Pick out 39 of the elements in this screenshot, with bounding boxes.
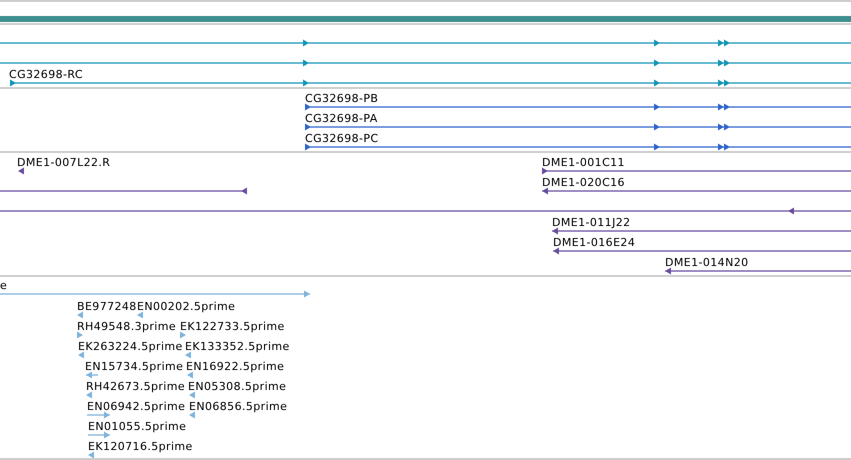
feature-label: EN06856.5prime [189, 400, 288, 413]
feature-label: EN01055.5prime [88, 420, 186, 433]
feature-label: DME1-014N20 [665, 256, 749, 269]
feature-glyph[interactable] [305, 144, 851, 150]
feature-glyph[interactable] [18, 168, 24, 174]
feature-label: e [0, 279, 8, 292]
feature-label: DME1-020C16 [542, 176, 625, 189]
feature-glyph[interactable] [542, 168, 851, 174]
feature-glyph[interactable] [542, 188, 851, 194]
feature-label: EN06942.5prime [87, 400, 186, 413]
feature-label: EN15734.5prime [85, 360, 184, 373]
feature-label: EK133352.5prime [185, 340, 290, 353]
feature-label: RH49548.3prime [77, 320, 176, 333]
feature-label: CG32698-PB [305, 92, 378, 105]
feature-glyph[interactable] [305, 104, 851, 110]
feature-label: EN16922.5prime [186, 360, 284, 373]
feature-label: BE977248 [77, 300, 137, 313]
feature-glyph[interactable] [10, 80, 851, 86]
feature-glyph[interactable] [305, 124, 851, 130]
feature-label: EK263224.5prime [78, 340, 183, 353]
feature-glyph[interactable] [0, 208, 851, 214]
feature-label: RH42673.5prime [86, 380, 186, 393]
feature-label: EK122733.5prime [180, 320, 285, 333]
feature-glyph[interactable] [0, 60, 851, 66]
feature-label: CG32698-PA [305, 112, 378, 125]
feature-glyph[interactable] [553, 248, 851, 254]
feature-label: CG32698-RC [9, 68, 83, 81]
feature-label: DME1-016E24 [553, 236, 636, 249]
feature-label: CG32698-PC [305, 132, 378, 145]
feature-glyph[interactable] [0, 188, 247, 194]
feature-label: DME1-001C11 [542, 156, 625, 169]
feature-glyph[interactable] [552, 228, 851, 234]
feature-glyph[interactable] [665, 268, 851, 274]
feature-label: EN05308.5prime [188, 380, 286, 393]
feature-label: EN00202.5prime [137, 300, 236, 313]
feature-label: DME1-011J22 [552, 216, 631, 229]
feature-label: EK120716.5prime [88, 440, 193, 453]
feature-glyph[interactable] [0, 40, 851, 46]
feature-label: DME1-007L22.R [17, 156, 110, 169]
